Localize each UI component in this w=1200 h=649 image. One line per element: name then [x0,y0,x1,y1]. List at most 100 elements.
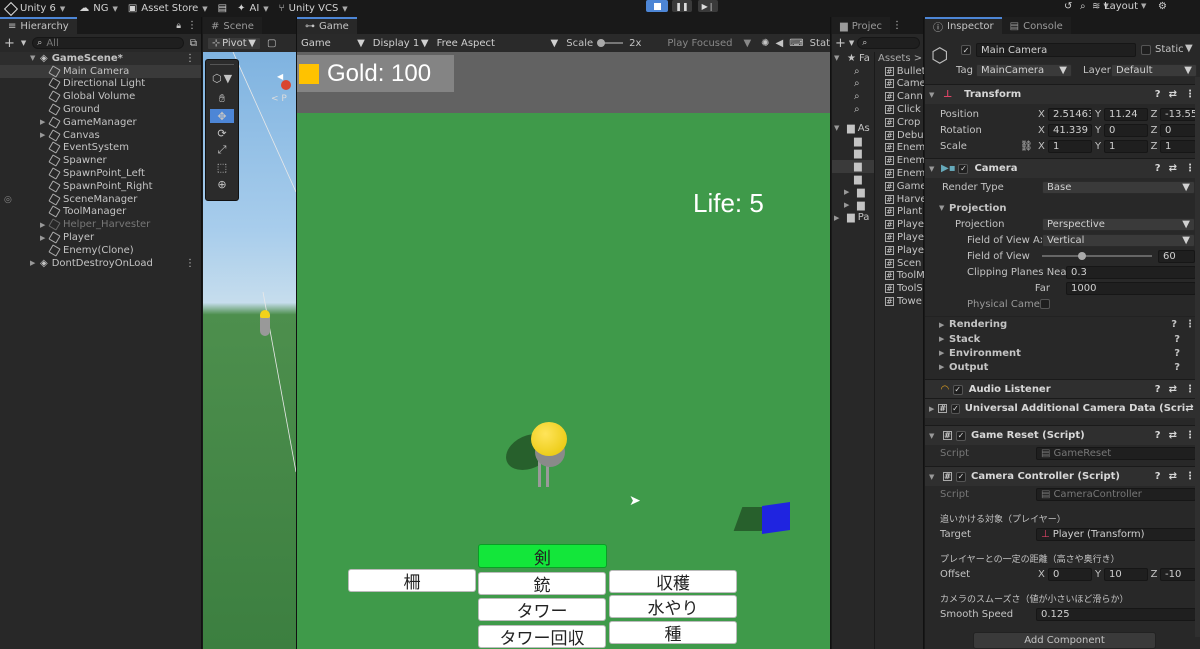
history-button[interactable]: ↺ [1064,0,1072,12]
scene-root[interactable]: ▼ ◈ GameScene* ⋮ [0,52,201,65]
hierarchy-item[interactable]: SceneManager [0,193,201,206]
preset-icon[interactable]: ⇄ [1169,430,1177,441]
fov-axis-dropdown[interactable]: Vertical ▼ [1042,233,1195,247]
harvest-button[interactable]: 収穫 [610,571,736,594]
camera-controller-header[interactable]: ▼ # ✓ Camera Controller (Script) ? ⇄ ⋮ [925,466,1200,486]
kebab-menu-icon[interactable]: ⋮ [892,20,902,31]
urp-checkbox[interactable]: ✓ [951,403,960,414]
project-search-input[interactable]: ⌕ [857,37,920,49]
file-item[interactable]: # Plant [875,206,924,219]
active-checkbox[interactable]: ✓ [961,45,971,55]
target-field[interactable]: ⊥ Player (Transform) [1036,527,1196,541]
help-icon[interactable]: ? [1155,163,1161,174]
display-dropdown[interactable]: Display 1 ▼ [369,37,433,50]
mute-icon[interactable]: ◀︎ [776,38,784,49]
fence-button[interactable]: 柵 [349,570,475,593]
file-item[interactable]: # Harve [875,193,924,206]
rotation-z-field[interactable]: 0 [1160,123,1196,137]
cube-icon[interactable]: ▢ [267,38,276,49]
clip-near-field[interactable]: 0.3 [1066,265,1196,279]
render-type-dropdown[interactable]: Base ▼ [1042,180,1195,194]
hierarchy-item[interactable]: Enemy(Clone) [0,244,201,257]
chevron-down-icon[interactable]: ▼ [21,39,26,47]
layout-dropdown[interactable]: Layout ▼ [1104,0,1146,12]
visibility-hidden-icon[interactable]: ◎ [4,195,12,205]
view-tool-dropdown[interactable]: ⬡ ▼ [212,72,232,85]
help-icon[interactable]: ? [1155,471,1161,482]
folder-item[interactable]: ▆ [832,173,874,186]
urp-header[interactable]: ▶ # ✓ Universal Additional Camera Data (… [925,398,1200,418]
account-dropdown[interactable]: ☁ NG ▼ [79,3,118,14]
dontdestroy-root[interactable]: ▶ ◈ DontDestroyOnLoad ⋮ [0,257,201,270]
stats-label[interactable]: Stat [810,38,830,49]
file-item[interactable]: # Click [875,103,924,116]
tag-dropdown[interactable]: MainCamera ▼ [976,64,1072,77]
file-item[interactable]: # Crop [875,116,924,129]
help-icon[interactable]: ? [1155,430,1161,441]
fov-slider[interactable] [1042,252,1152,260]
kebab-menu-icon[interactable]: ⋮ [1185,319,1195,330]
orientation-gizmo[interactable]: ◀ [273,72,291,90]
hierarchy-item[interactable]: EventSystem [0,141,201,155]
keyboard-icon[interactable]: ⌨ [789,38,803,49]
tab-project[interactable]: ▆ Projec [832,17,890,34]
tab-console[interactable]: ▤ Console [1001,17,1071,34]
scale-tool-icon[interactable]: ⤢ [210,143,234,157]
offset-x-field[interactable]: 0 [1048,567,1092,581]
gun-button[interactable]: 銃 [479,573,605,596]
hand-tool-icon[interactable]: ✋︎ [210,92,234,106]
file-item[interactable]: # Debu [875,129,924,142]
file-item[interactable]: # Enem [875,142,924,155]
help-icon[interactable]: ? [1155,89,1161,100]
folder-item[interactable]: ▆ [832,135,874,148]
slider-thumb[interactable] [597,39,606,47]
hierarchy-item[interactable]: Directional Light [0,77,201,91]
play-focused-dropdown[interactable]: Play Focused ▼ [663,37,755,50]
folder-item[interactable]: ▶ ▆ [832,186,874,199]
hierarchy-item[interactable]: SpawnPoint_Right [0,180,201,193]
file-item[interactable]: # Playe [875,231,924,244]
fov-field[interactable]: 60 [1158,249,1195,263]
hierarchy-item[interactable]: Ground [0,103,201,116]
hierarchy-search-input[interactable]: ⌕ All [32,37,184,49]
hierarchy-item[interactable]: Global Volume [0,90,201,103]
game-reset-checkbox[interactable]: ✓ [956,430,966,441]
play-button[interactable] [646,0,668,12]
water-button[interactable]: 水やり [610,596,736,619]
file-item[interactable]: # Came [875,78,924,91]
hierarchy-item[interactable]: ▶ GameManager [0,116,201,129]
kebab-menu-icon[interactable]: ⋮ [1185,89,1195,100]
kebab-menu-icon[interactable]: ⋮ [1185,163,1195,174]
preset-icon[interactable]: ⇄ [1169,163,1177,174]
folder-item[interactable]: ▶ ▆ [832,199,874,212]
lock-icon[interactable]: 🔒︎ [176,21,181,31]
scale-z-field[interactable]: 1 [1160,139,1196,153]
add-icon[interactable]: + [4,36,15,51]
file-item[interactable]: # Playe [875,244,924,257]
game-reset-header[interactable]: ▼ # ✓ Game Reset (Script) ? ⇄ ⋮ [925,425,1200,445]
fav-search-item[interactable]: ⌕ [832,78,874,91]
kebab-menu-icon[interactable]: ⋮ [185,258,195,269]
file-item[interactable]: # Enem [875,154,924,167]
aspect-dropdown[interactable]: Free Aspect ▼ [433,37,563,50]
scale-y-field[interactable]: 1 [1104,139,1148,153]
rendering-section[interactable]: ▶ Rendering ? ⋮ [925,316,1200,332]
hierarchy-item[interactable]: ▶ Helper_Harvester [0,218,201,231]
search-button[interactable]: ⌕ [1080,0,1086,12]
file-item[interactable]: # Playe [875,218,924,231]
pivot-dropdown[interactable]: ⊹ Pivot ▼ [207,36,261,50]
file-item[interactable]: # Enem [875,167,924,180]
output-section[interactable]: ▶ Output ? [925,359,1200,375]
asset-store-dropdown[interactable]: ▣ Asset Store ▼ [128,3,208,14]
preset-icon[interactable]: ⇄ [1169,471,1177,482]
help-icon[interactable]: ? [1174,362,1180,373]
settings-button[interactable]: ⚙ [1158,0,1167,12]
rect-tool-icon[interactable]: ⬚ [210,160,234,174]
camera-header[interactable]: ▼ ▶▪ ✓ Camera ? ⇄ ⋮ [925,158,1200,178]
package-button[interactable]: ▤ [218,3,227,14]
add-icon[interactable]: + [835,36,846,51]
packages-item[interactable]: ▶ ▆ Pa [832,212,874,225]
fav-search-item[interactable]: ⌕ [832,65,874,78]
persp-label[interactable]: < P [271,94,287,104]
assets-item[interactable]: ▼ ▆ As [832,122,874,135]
